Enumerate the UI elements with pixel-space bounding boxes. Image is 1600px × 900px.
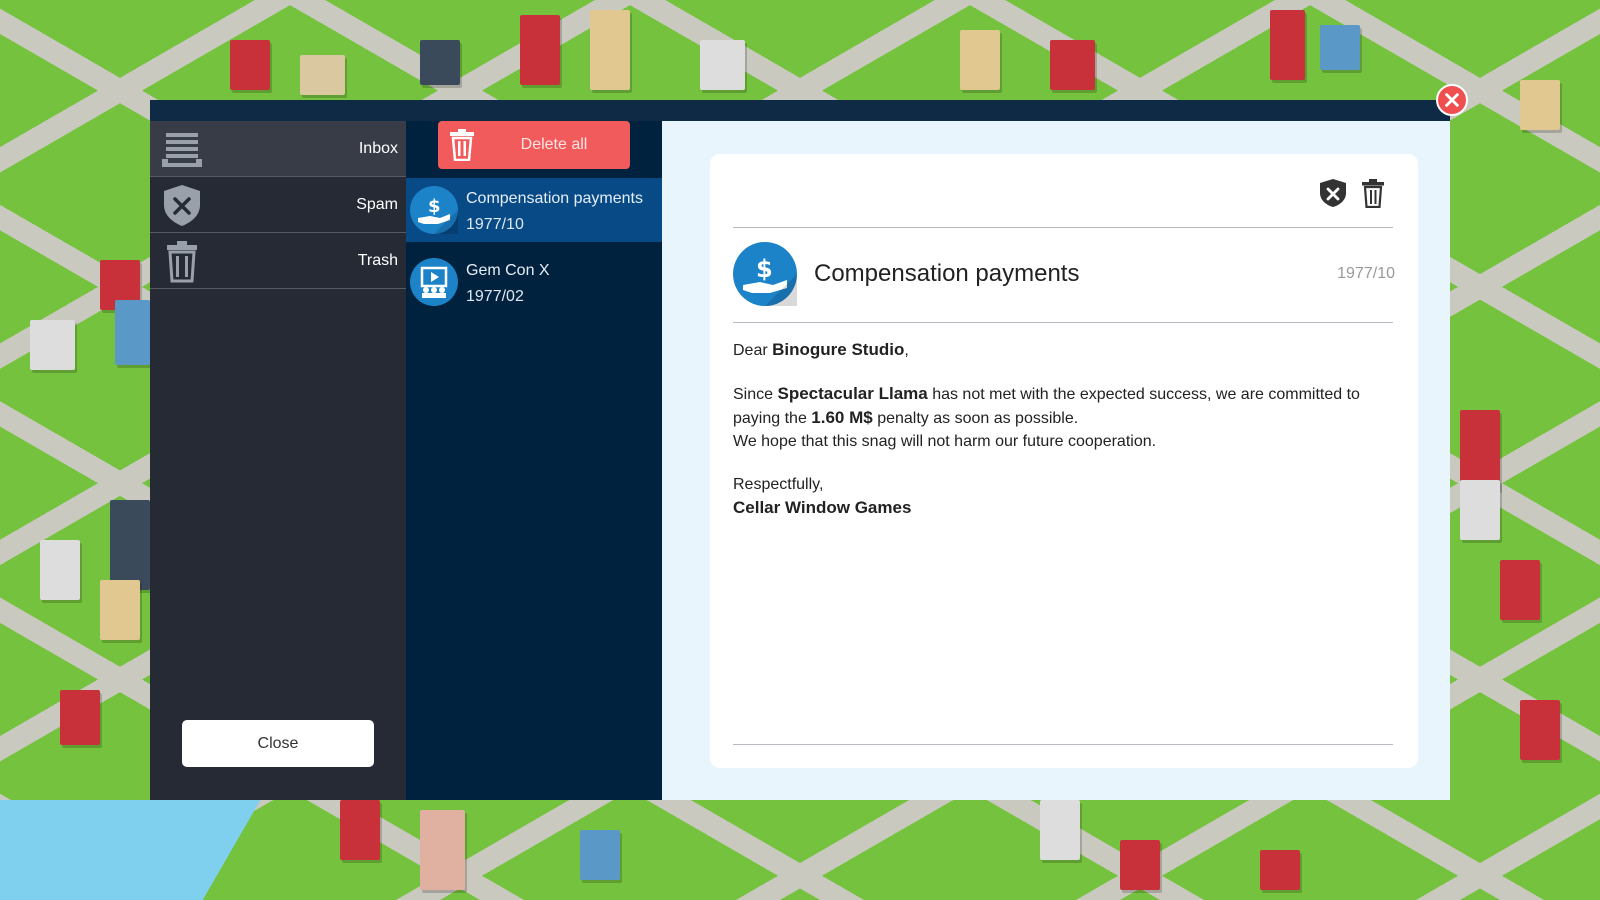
folder-trash[interactable]: Trash [150, 233, 406, 289]
svg-text:$: $ [756, 255, 773, 283]
sender-name: Cellar Window Games [733, 496, 1393, 520]
penalty-amount: 1.60 M$ [811, 408, 873, 427]
message-subject: Gem Con X [466, 262, 550, 279]
greeting-line: Dear Binogure Studio, [733, 338, 1393, 362]
divider [733, 744, 1393, 745]
greeting: Dear [733, 342, 768, 359]
folder-label: Spam [356, 195, 398, 213]
message-body: Dear Binogure Studio, Since Spectacular … [733, 338, 1393, 520]
message-date: 1977/02 [466, 288, 524, 305]
inbox-icon [162, 133, 202, 167]
message-subject: Compensation payments [466, 190, 643, 207]
folder-sidebar: Inbox Spam Trash Close [150, 121, 406, 800]
recipient-name: Binogure Studio [772, 340, 905, 359]
paragraph-1: Since Spectacular Llama has not met with… [733, 382, 1393, 430]
delete-all-label: Delete all [520, 136, 588, 153]
message-title: Compensation payments [814, 260, 1080, 287]
greeting-punctuation: , [904, 342, 909, 359]
text-segment: Since [733, 386, 774, 403]
message-item[interactable]: $ Compensation payments 1977/10 [406, 178, 662, 242]
close-button[interactable]: Close [182, 720, 374, 767]
game-name: Spectacular Llama [777, 384, 928, 403]
sender-name-text: Cellar Window Games [733, 498, 912, 517]
message-card: $ Compensation payments 1977/10 Dear Bin… [710, 154, 1418, 768]
mark-spam-icon[interactable] [1318, 178, 1348, 208]
window-titlebar [150, 100, 1450, 121]
message-list: Delete all $ Compensation payments 1977/… [406, 121, 662, 800]
text-segment: penalty as soon as possible. [877, 410, 1079, 427]
trash-icon [167, 241, 197, 283]
close-window-icon[interactable] [1436, 84, 1468, 116]
message-item[interactable]: Gem Con X 1977/02 [406, 250, 662, 314]
convention-icon [410, 258, 458, 306]
folder-inbox[interactable]: Inbox [150, 121, 406, 177]
delete-all-button[interactable]: Delete all [438, 121, 630, 169]
money-hand-icon: $ [733, 242, 797, 306]
signoff: Respectfully, [733, 476, 824, 493]
paragraph-2: We hope that this snag will not harm our… [733, 433, 1157, 450]
divider [733, 322, 1393, 323]
delete-message-icon[interactable] [1358, 178, 1388, 208]
folder-spam[interactable]: Spam [150, 177, 406, 233]
divider [733, 227, 1393, 228]
folder-label: Trash [357, 251, 398, 269]
money-hand-icon: $ [410, 186, 458, 234]
message-viewer: $ Compensation payments 1977/10 Dear Bin… [662, 121, 1450, 800]
spam-shield-icon [164, 185, 200, 226]
message-date: 1977/10 [1337, 265, 1395, 282]
svg-text:$: $ [428, 196, 441, 217]
folder-label: Inbox [358, 139, 398, 157]
mail-window: Inbox Spam Trash Close Delete all $ Comp… [150, 100, 1450, 800]
message-date: 1977/10 [466, 216, 524, 233]
